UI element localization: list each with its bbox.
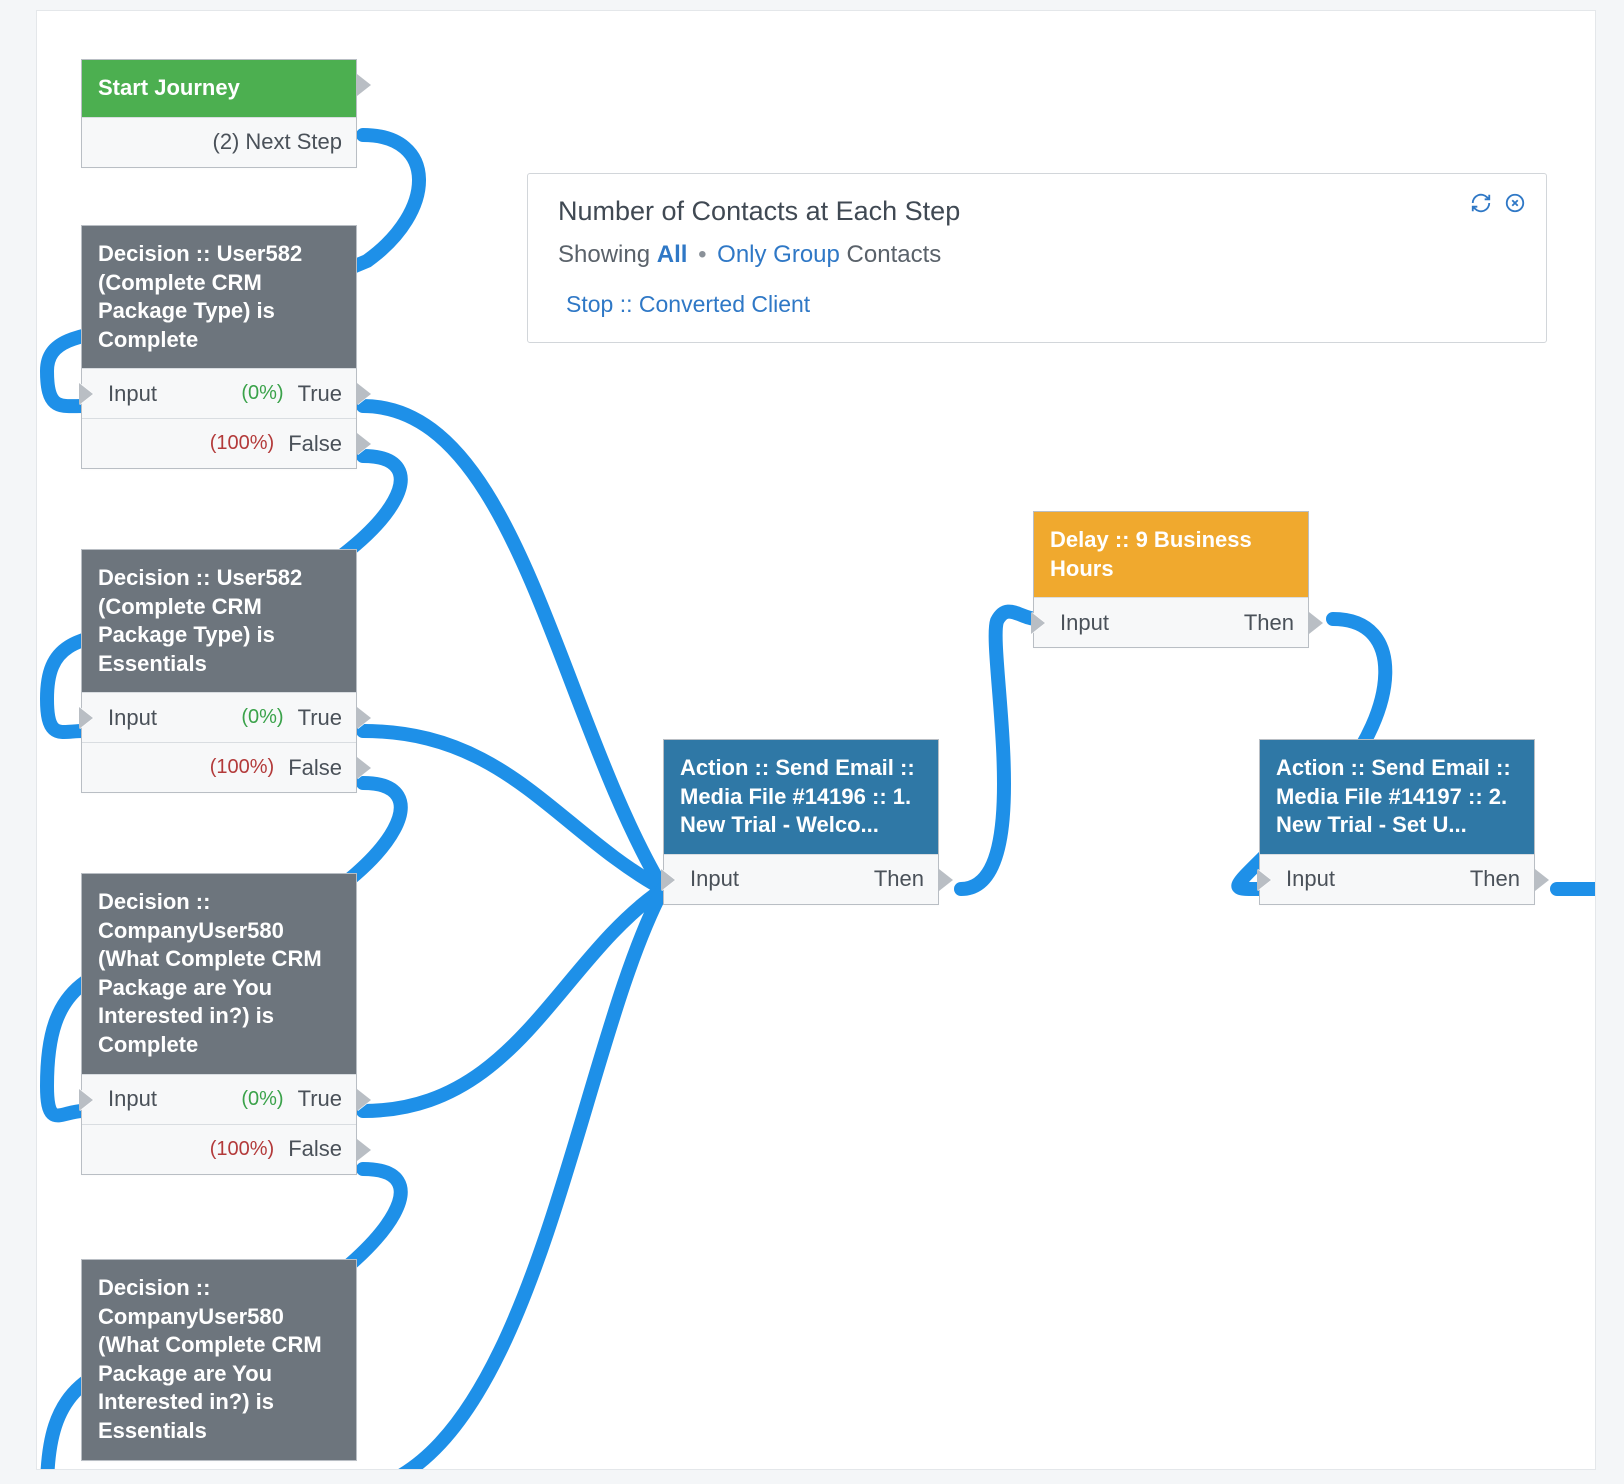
node-action-send-email-14197[interactable]: Action :: Send Email :: Media File #1419… xyxy=(1259,739,1535,905)
true-pct: (0%) xyxy=(241,1088,283,1111)
breadcrumb-stop-converted-client[interactable]: Stop :: Converted Client xyxy=(558,291,1516,318)
node-decision-companyuser580-essentials[interactable]: Decision :: CompanyUser580 (What Complet… xyxy=(81,1259,357,1461)
row-true[interactable]: Input (0%) True xyxy=(82,692,356,742)
false-pct: (100%) xyxy=(210,756,274,779)
info-panel-contacts-at-step[interactable]: Number of Contacts at Each Step Showing … xyxy=(527,173,1547,343)
row-false[interactable]: (100%) False xyxy=(82,1124,356,1174)
in-port-icon xyxy=(79,707,93,729)
panel-filter: Showing All • Only Group Contacts xyxy=(558,241,1516,269)
node-delay-9-business-hours[interactable]: Delay :: 9 Business Hours Input Then xyxy=(1033,511,1309,648)
journey-canvas[interactable]: Start Journey (2) Next Step Decision :: … xyxy=(36,10,1596,1470)
next-count: (2) xyxy=(213,129,240,155)
node-header: Start Journey xyxy=(82,60,356,117)
filter-only-group-link[interactable]: Only Group xyxy=(717,241,840,268)
false-pct: (100%) xyxy=(210,432,274,455)
out-port-icon xyxy=(357,74,371,96)
out-port-icon xyxy=(357,383,371,405)
node-decision-user582-complete[interactable]: Decision :: User582 (Complete CRM Packag… xyxy=(81,225,357,469)
row-input-then[interactable]: Input Then xyxy=(1260,854,1534,904)
row-input-then[interactable]: Input Then xyxy=(664,854,938,904)
node-decision-companyuser580-complete[interactable]: Decision :: CompanyUser580 (What Complet… xyxy=(81,873,357,1175)
close-icon[interactable] xyxy=(1504,192,1526,221)
row-true[interactable]: Input (0%) True xyxy=(82,368,356,418)
true-pct: (0%) xyxy=(241,382,283,405)
input-label: Input xyxy=(1060,610,1109,636)
node-header: Action :: Send Email :: Media File #1419… xyxy=(1260,740,1534,854)
true-pct: (0%) xyxy=(241,706,283,729)
out-next-step[interactable]: (2) Next Step xyxy=(82,117,356,167)
row-false[interactable]: (100%) False xyxy=(82,742,356,792)
in-port-icon xyxy=(79,1089,93,1111)
in-port-icon xyxy=(79,383,93,405)
input-label: Input xyxy=(108,705,157,731)
showing-label: Showing xyxy=(558,241,650,268)
row-true[interactable]: Input (0%) True xyxy=(82,1074,356,1124)
row-input-then[interactable]: Input Then xyxy=(1034,597,1308,647)
node-header: Action :: Send Email :: Media File #1419… xyxy=(664,740,938,854)
out-port-icon xyxy=(1535,869,1549,891)
in-port-icon xyxy=(1031,612,1045,634)
node-header: Decision :: CompanyUser580 (What Complet… xyxy=(82,1260,356,1460)
input-label: Input xyxy=(108,381,157,407)
node-action-send-email-14196[interactable]: Action :: Send Email :: Media File #1419… xyxy=(663,739,939,905)
input-label: Input xyxy=(690,866,739,892)
false-pct: (100%) xyxy=(210,1138,274,1161)
true-label: True xyxy=(298,705,342,731)
node-header: Decision :: User582 (Complete CRM Packag… xyxy=(82,550,356,692)
input-label: Input xyxy=(1286,866,1335,892)
node-header: Decision :: CompanyUser580 (What Complet… xyxy=(82,874,356,1074)
node-decision-user582-essentials[interactable]: Decision :: User582 (Complete CRM Packag… xyxy=(81,549,357,793)
out-port-icon xyxy=(357,433,371,455)
out-port-icon xyxy=(939,869,953,891)
out-port-icon xyxy=(357,757,371,779)
panel-title: Number of Contacts at Each Step xyxy=(558,196,1516,227)
then-label: Then xyxy=(1244,610,1294,636)
out-port-icon xyxy=(357,1089,371,1111)
true-label: True xyxy=(298,381,342,407)
row-false[interactable]: (100%) False xyxy=(82,418,356,468)
false-label: False xyxy=(288,755,342,781)
node-header: Decision :: User582 (Complete CRM Packag… xyxy=(82,226,356,368)
filter-all-link[interactable]: All xyxy=(657,241,688,268)
out-port-icon xyxy=(357,707,371,729)
next-label: Next Step xyxy=(245,129,342,155)
false-label: False xyxy=(288,431,342,457)
in-port-icon xyxy=(1257,869,1271,891)
in-port-icon xyxy=(661,869,675,891)
then-label: Then xyxy=(1470,866,1520,892)
out-port-icon xyxy=(357,1139,371,1161)
then-label: Then xyxy=(874,866,924,892)
separator-dot: • xyxy=(698,241,706,268)
filter-suffix: Contacts xyxy=(847,241,942,268)
true-label: True xyxy=(298,1086,342,1112)
refresh-icon[interactable] xyxy=(1470,192,1492,221)
node-start-journey[interactable]: Start Journey (2) Next Step xyxy=(81,59,357,168)
node-header: Delay :: 9 Business Hours xyxy=(1034,512,1308,597)
out-port-icon xyxy=(1309,612,1323,634)
false-label: False xyxy=(288,1136,342,1162)
input-label: Input xyxy=(108,1086,157,1112)
